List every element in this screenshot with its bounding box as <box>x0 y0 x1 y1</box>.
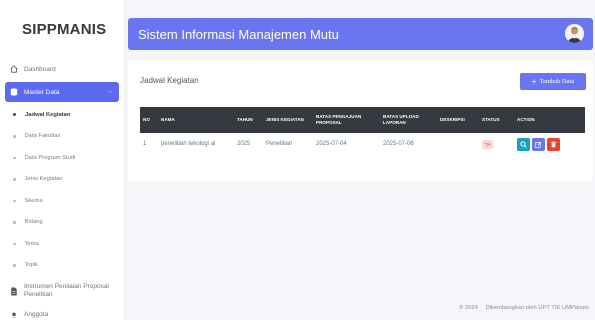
document-icon <box>9 286 18 296</box>
user-icon <box>9 311 18 318</box>
cell-no: 1 <box>143 141 147 147</box>
sidebar-subitem-label: Data Fakultas <box>24 133 61 140</box>
cell-batas-upload: 2025-07-06 <box>383 141 414 147</box>
sidebar-subitem-label: Topik <box>24 262 39 269</box>
sidebar-subitem-topik[interactable]: Topik <box>0 255 124 277</box>
bullet-icon <box>13 199 16 202</box>
column-header-tahun: TAHUN <box>237 117 253 122</box>
table-container: NO NAMA TAHUN JENIS KEGIATAN BATAS PENGA… <box>140 107 585 155</box>
sidebar-subitem-label: Jadwal Kegiatan <box>25 111 71 118</box>
add-data-label: Tambah Data <box>539 78 575 85</box>
database-icon <box>9 88 18 97</box>
column-header-status: STATUS <box>482 117 500 122</box>
top-header: Sistem Informasi Manajemen Mutu <box>128 18 593 50</box>
chevron-down-icon: ⌵ <box>107 88 112 95</box>
trash-icon <box>551 140 556 147</box>
add-data-button[interactable]: + Tambah Data <box>520 73 586 90</box>
footer-credit: Dikembangkan oleh UPT TIK UMPalopo <box>485 305 589 311</box>
sidebar-subitem-data-program-studi[interactable]: Data Program Studi <box>0 147 124 169</box>
sidebar-item-label: Master Data <box>24 88 60 96</box>
schedule-table: NO NAMA TAHUN JENIS KEGIATAN BATAS PENGA… <box>140 107 585 155</box>
bullet-icon <box>13 135 16 138</box>
sidebar-subitem-label: Data Program Studi <box>24 154 76 161</box>
app-title: Sistem Informasi Manajemen Mutu <box>138 26 339 42</box>
sidebar-item-label: Instrumen Penilaian Proposal Penelitian <box>24 282 109 299</box>
sidebar-item-anggota[interactable]: Anggota <box>0 308 124 318</box>
sidebar-subitem-data-fakultas[interactable]: Data Fakultas <box>0 126 124 148</box>
cell-tahun: 2025 <box>237 141 251 147</box>
cell-status: TA <box>479 133 514 155</box>
column-header-nama: NAMA <box>161 117 175 122</box>
cell-jenis: Penelitian <box>266 141 293 147</box>
sidebar-item-label: Anggota <box>24 311 49 318</box>
table-header-row: NO NAMA TAHUN JENIS KEGIATAN BATAS PENGA… <box>140 107 585 133</box>
sidebar-subitem-label: Skema <box>24 197 43 204</box>
cell-batas-pengajuan: 2025-07-04 <box>316 141 347 147</box>
bullet-icon <box>13 156 16 159</box>
column-header-action: ACTION <box>517 117 535 122</box>
sidebar-subitem-jadwal-kegiatan[interactable]: Jadwal Kegiatan <box>0 104 124 126</box>
sidebar-item-instrumen-penilaian[interactable]: Instrumen Penilaian Proposal Penelitian <box>0 276 124 306</box>
footer: © 2024 Dikembangkan oleh UPT TIK UMPalop… <box>453 305 589 311</box>
plus-icon: + <box>531 77 537 86</box>
edit-icon <box>535 141 542 148</box>
sidebar-item-master-data[interactable]: Master Data ⌵ <box>5 82 119 102</box>
cell-nama: penelitian tekologi ai <box>161 141 216 147</box>
sidebar-subitem-jenis-kegiatan[interactable]: Jenis Kegiatan <box>0 169 124 191</box>
jadwal-kegiatan-card: Jadwal Kegiatan + Tambah Data NO NAMA TA… <box>128 60 593 182</box>
table-row: 1 penelitian tekologi ai 2025 Penelitian… <box>140 133 585 155</box>
sidebar: SIPPMANIS Dashboard Master Data ⌵ Jadwal… <box>0 0 125 320</box>
sidebar-subitem-label: Tema <box>24 240 39 247</box>
bullet-icon <box>13 264 16 267</box>
delete-button[interactable] <box>547 137 560 151</box>
avatar[interactable] <box>565 24 584 43</box>
brand-logo-text[interactable]: SIPPMANIS <box>0 0 124 58</box>
card-title: Jadwal Kegiatan <box>140 76 199 85</box>
edit-button[interactable] <box>532 137 545 151</box>
column-header-batas-pengajuan: BATAS PENGAJUAN PROPOSAL <box>316 114 362 125</box>
bullet-icon <box>13 221 16 224</box>
sidebar-subitem-skema[interactable]: Skema <box>0 190 124 212</box>
cell-action <box>514 133 585 155</box>
home-icon <box>9 65 18 74</box>
sidebar-menu: Dashboard Master Data ⌵ Jadwal Kegiatan … <box>0 58 124 318</box>
sidebar-subitem-label: Jenis Kegiatan <box>24 176 63 183</box>
sidebar-item-dashboard[interactable]: Dashboard <box>0 58 124 80</box>
footer-year: © 2024 <box>459 305 478 311</box>
column-header-jenis-kegiatan: JENIS KEGIATAN <box>266 117 304 122</box>
bullet-icon <box>13 113 16 117</box>
column-header-batas-upload: BATAS UPLOAD LAPORAN <box>383 114 419 125</box>
status-badge: TA <box>482 139 494 149</box>
sidebar-subitem-tema[interactable]: Tema <box>0 233 124 255</box>
column-header-deskripsi: DESKRIPSI <box>440 117 465 122</box>
bullet-icon <box>13 242 16 245</box>
bullet-icon <box>13 178 16 181</box>
action-group <box>517 137 582 151</box>
view-button[interactable] <box>517 137 530 151</box>
cell-deskripsi <box>437 133 479 155</box>
sidebar-item-label: Dashboard <box>24 65 56 73</box>
sidebar-subitem-bidang[interactable]: Bidang <box>0 212 124 234</box>
search-icon <box>520 140 527 148</box>
sidebar-subitem-label: Bidang <box>24 219 43 226</box>
column-header-no: NO <box>143 117 150 122</box>
